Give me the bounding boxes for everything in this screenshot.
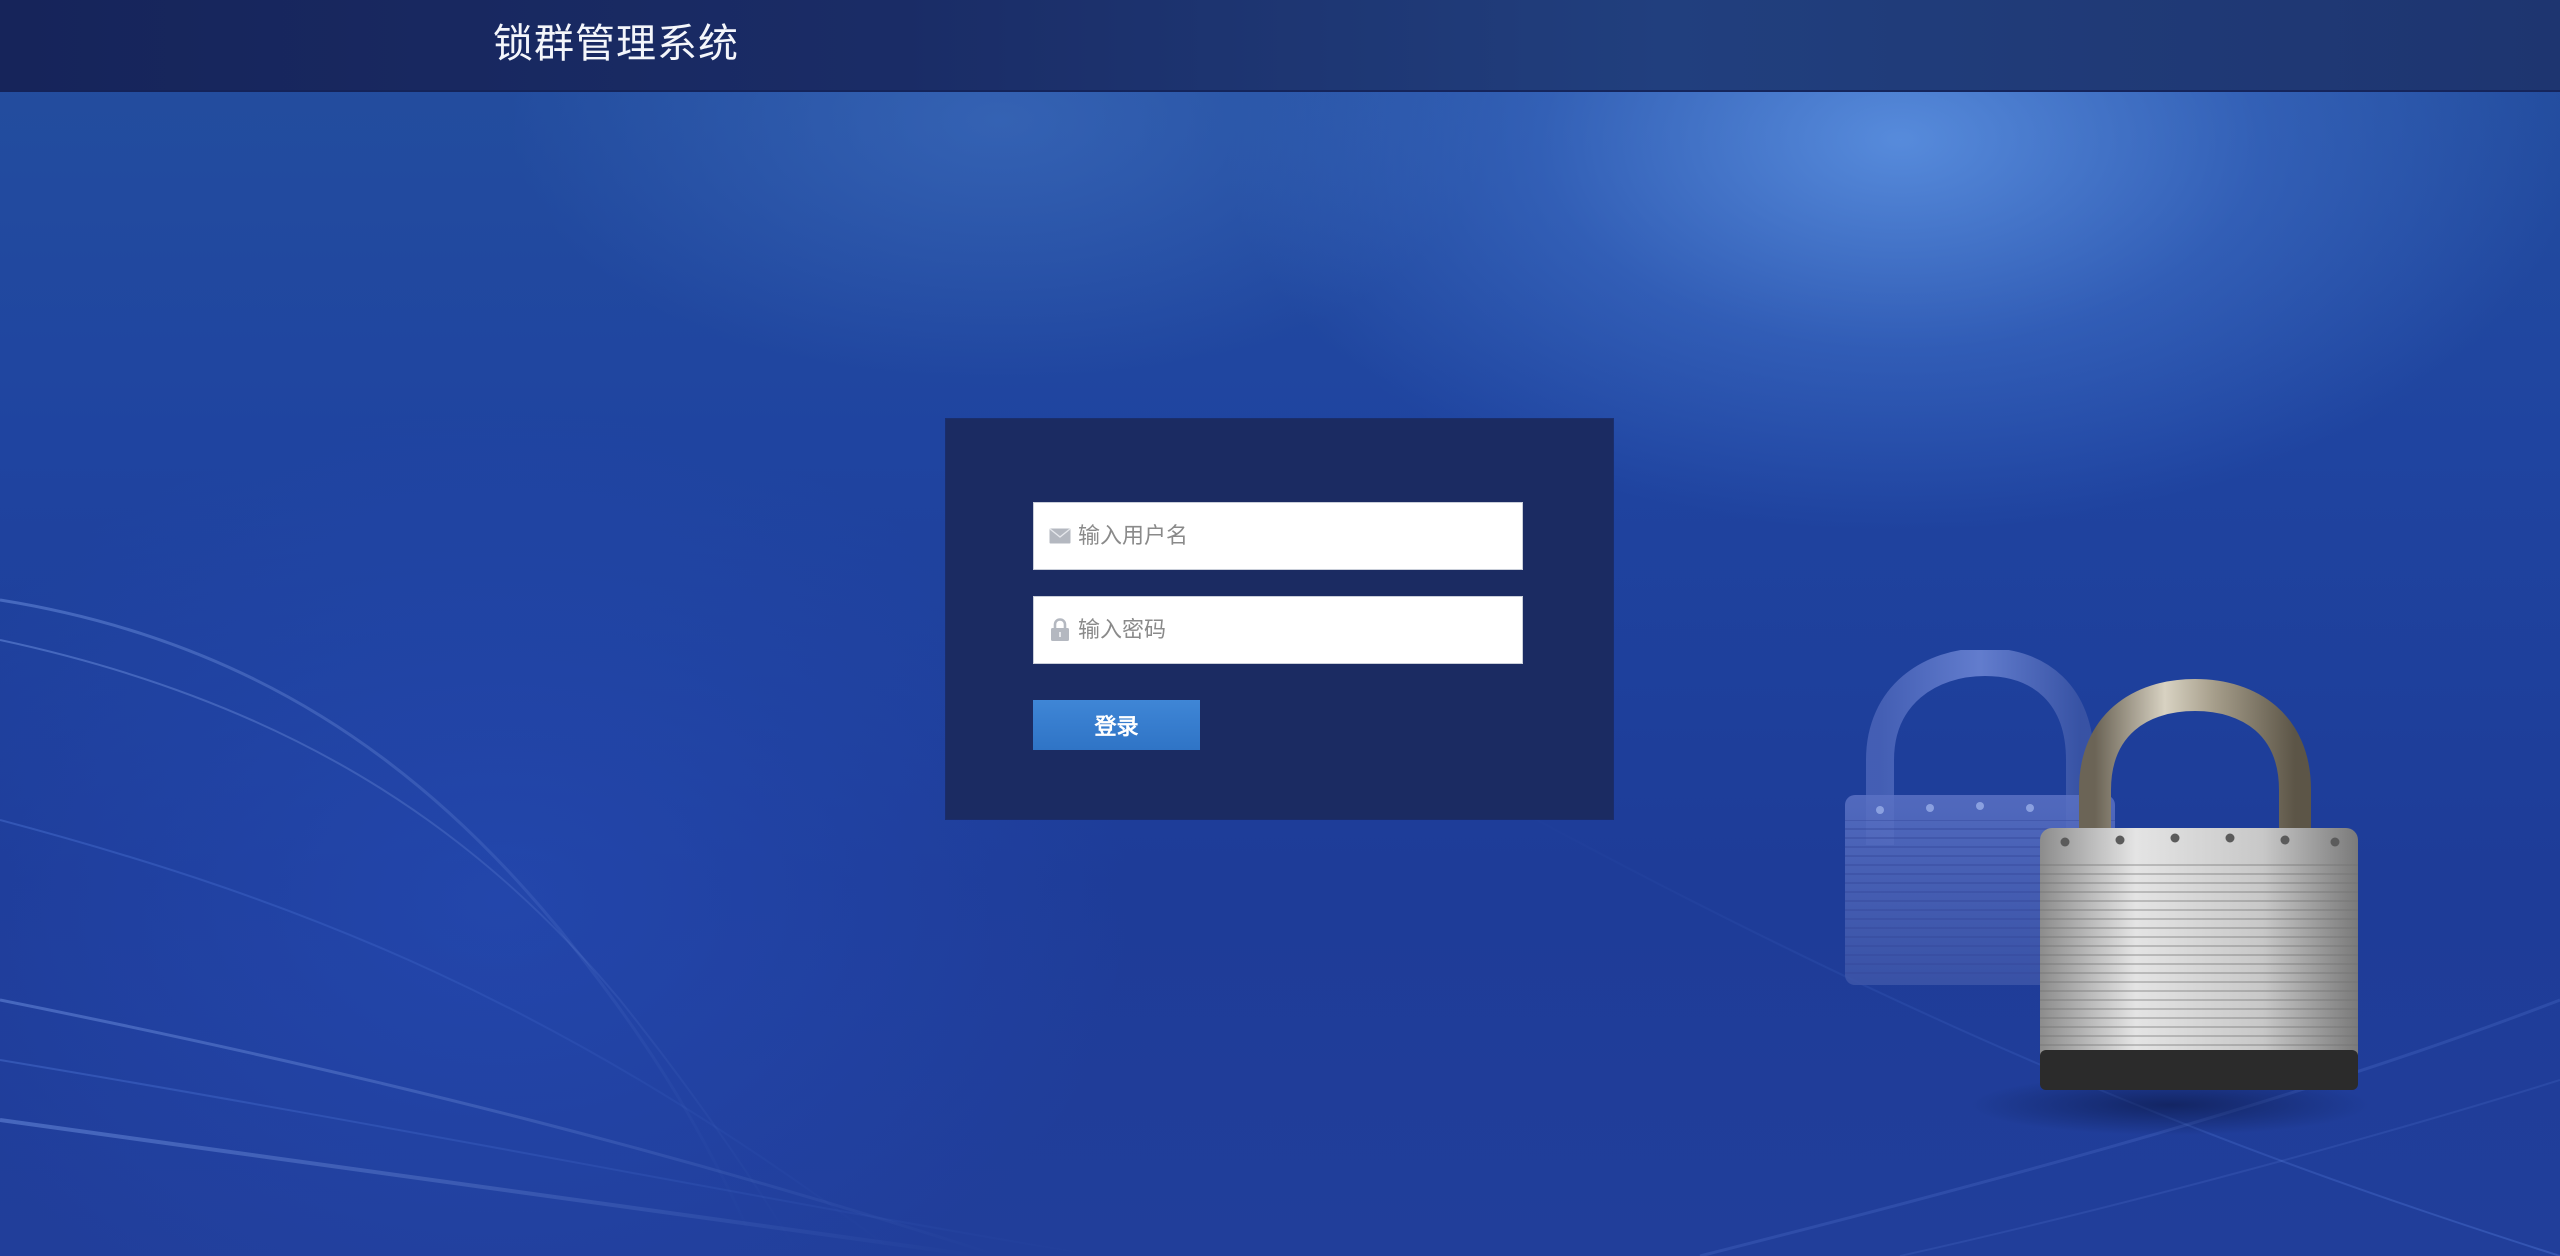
- password-field[interactable]: [1033, 596, 1523, 664]
- header-bar: 锁群管理系统: [0, 0, 2560, 92]
- login-panel: 登录: [946, 419, 1613, 819]
- username-input[interactable]: [1078, 506, 1522, 566]
- padlocks-illustration: [1845, 650, 2370, 1135]
- password-input[interactable]: [1078, 600, 1522, 660]
- username-field[interactable]: [1033, 502, 1523, 570]
- login-button[interactable]: 登录: [1033, 700, 1200, 750]
- envelope-icon: [1048, 524, 1072, 548]
- lock-icon: [1048, 618, 1072, 642]
- app-title: 锁群管理系统: [493, 21, 739, 67]
